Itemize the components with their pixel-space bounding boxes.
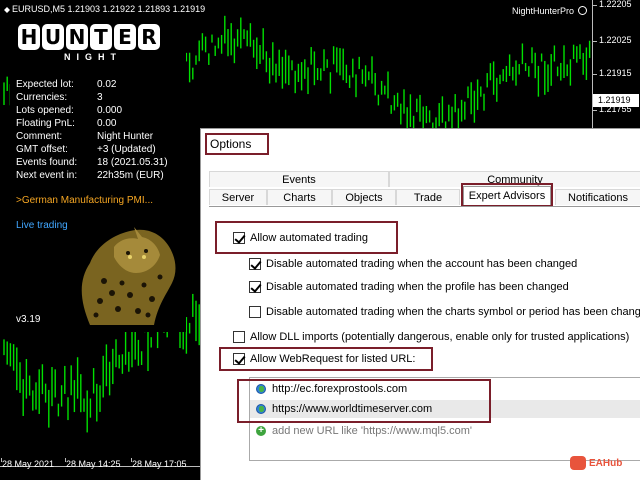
globe-icon [256,384,266,394]
info-value: +3 (Updated) [97,144,156,155]
info-key: Currencies: [16,92,68,103]
info-rows: Expected lot: 0.02 Currencies: 3 Lots open… [16,78,168,182]
options-dialog: Options Events Community Server Charts O… [200,128,640,480]
info-value: 22h35m (EUR) [97,170,164,181]
info-row-gmt-offset: GMT offset: +3 (Updated) [16,143,168,156]
leopard-image [81,227,176,325]
allow-automated-trading-checkbox[interactable] [233,232,245,244]
price-tick: 1.21915 [593,68,632,78]
tab-community[interactable]: Community [389,171,640,187]
disable-on-account-change-label[interactable]: Disable automated trading when the accou… [266,258,577,270]
chart-symbol-title: EURUSD,M5 1.21903 1.21922 1.21893 1.2191… [4,4,205,14]
logo-letter: R [138,24,160,50]
info-key: Expected lot: [16,79,74,90]
add-url-placeholder: add new URL like 'https://www.mql5.com' [272,425,473,437]
tab-expert-advisors[interactable]: Expert Advisors [463,186,551,206]
next-news-link[interactable]: >German Manufacturing PMI... [16,195,153,206]
disable-on-symbol-change-checkbox[interactable] [249,306,261,318]
info-key: Floating PnL: [16,118,75,129]
price-tick: 1.22205 [593,0,632,9]
info-row-lots-opened: Lots opened: 0.000 [16,104,168,117]
tab-divider [209,206,640,207]
url-text: http://ec.forexprostools.com [272,383,408,395]
add-icon: + [256,426,266,436]
symbol-title-text: EURUSD,M5 1.21903 1.21922 1.21893 1.2191… [12,4,206,14]
info-value: Night Hunter [97,131,154,142]
disable-on-account-change-checkbox[interactable] [249,258,261,270]
night-hunter-info-panel: H U N T E R NIGHT Expected lot: 0.02 Curr… [10,16,186,332]
eahub-logo-icon [570,456,586,470]
info-value: 18 (2021.05.31) [97,157,168,168]
webrequest-url-list[interactable]: http://ec.forexprostools.com https://www… [249,377,640,461]
logo-letter: H [18,24,40,50]
tab-server[interactable]: Server [209,189,267,205]
allow-dll-imports-checkbox[interactable] [233,331,245,343]
disable-on-symbol-change-label[interactable]: Disable automated trading when the chart… [266,306,640,318]
tab-notifications[interactable]: Notifications [555,189,640,205]
url-list-item-selected[interactable]: https://www.worldtimeserver.com [250,400,640,418]
logo-letter: U [42,24,64,50]
info-row-expected-lot: Expected lot: 0.02 [16,78,168,91]
time-tick: 28 May 2021 [0,458,55,469]
allow-dll-imports-label[interactable]: Allow DLL imports (potentially dangerous… [250,331,629,343]
info-key: Comment: [16,131,63,142]
url-text: https://www.worldtimeserver.com [272,403,433,415]
info-key: Events found: [16,157,78,168]
info-value: 3 [97,92,103,103]
allow-automated-trading-label[interactable]: Allow automated trading [250,232,368,244]
info-row-floating-pnl: Floating PnL: 0.00 [16,117,168,130]
info-key: Lots opened: [16,105,74,116]
tab-charts[interactable]: Charts [267,189,332,205]
info-value: 0.02 [97,79,117,90]
price-tick: 1.21755 [593,104,632,114]
hunter-logo: H U N T E R [18,24,186,50]
price-tick: 1.22025 [593,35,632,45]
version-label: v3.19 [16,314,41,325]
info-key: GMT offset: [16,144,68,155]
info-key: Next event in: [16,170,78,181]
watermark-text: EAHub [589,457,623,469]
allow-webrequest-checkbox[interactable] [233,353,245,365]
add-url-row[interactable]: + add new URL like 'https://www.mql5.com… [250,422,640,440]
logo-letter: N [66,24,88,50]
symbol-marker-icon [4,6,10,13]
url-list-item[interactable]: http://ec.forexprostools.com [250,380,640,398]
tab-trade[interactable]: Trade [396,189,460,205]
eahub-watermark: EAHub [570,456,622,470]
tab-events[interactable]: Events [209,171,389,187]
logo-letter: E [114,24,136,50]
dialog-title: Options [205,133,269,155]
info-value: 0.00 [97,118,117,129]
info-row-currencies: Currencies: 3 [16,91,168,104]
allow-webrequest-label[interactable]: Allow WebRequest for listed URL: [250,353,415,365]
info-row-events-found: Events found: 18 (2021.05.31) [16,156,168,169]
logo-letter: T [90,24,112,50]
indicator-label: NightHunterPro [512,6,575,16]
info-value: 0.000 [97,105,123,116]
time-tick: 28 May 14:25 [65,458,121,469]
disable-on-profile-change-checkbox[interactable] [249,281,261,293]
info-row-comment: Comment: Night Hunter [16,130,168,143]
time-tick: 28 May 17:05 [131,458,187,469]
disable-on-profile-change-label[interactable]: Disable automated trading when the profi… [266,281,569,293]
smiley-icon [578,6,587,15]
globe-icon [256,404,266,414]
tab-objects[interactable]: Objects [332,189,396,205]
info-row-next-event: Next event in: 22h35m (EUR) [16,169,168,182]
logo-subtitle: NIGHT [64,52,122,62]
